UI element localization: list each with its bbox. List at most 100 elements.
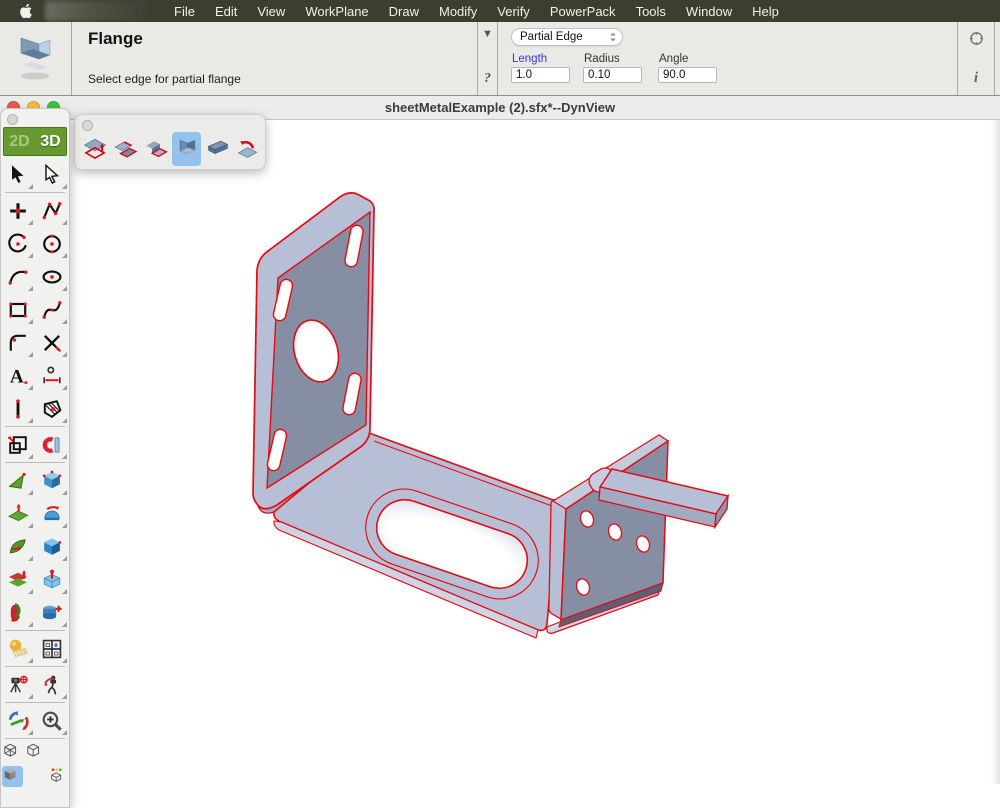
tool-arc[interactable]	[3, 228, 34, 259]
tool-curve[interactable]	[3, 261, 34, 292]
palette-tools	[75, 115, 265, 166]
length-label: Length	[512, 53, 547, 65]
tool-rectangle[interactable]	[3, 294, 34, 325]
toolbox-close-button[interactable]	[7, 114, 18, 125]
tool-dimension[interactable]	[37, 360, 68, 391]
flyout-corner	[62, 622, 67, 627]
angle-input[interactable]	[658, 67, 717, 83]
menu-item-tools[interactable]: Tools	[633, 4, 669, 19]
toolbox-row	[1, 596, 69, 629]
radius-input[interactable]	[583, 67, 642, 83]
tool-select-open[interactable]	[37, 159, 68, 190]
tool-walk-view[interactable]	[37, 669, 68, 700]
tool-stack-extrude[interactable]	[3, 564, 34, 595]
tool-cube-wire-3[interactable]	[24, 766, 45, 787]
flyout-corner	[28, 319, 33, 324]
toolbox-row	[1, 158, 69, 191]
tool-camera-tripod[interactable]	[3, 669, 34, 700]
menu-item-view[interactable]: View	[254, 4, 288, 19]
tool-text[interactable]: A	[3, 360, 34, 391]
menu-item-verify[interactable]: Verify	[494, 4, 533, 19]
tool-cube-shell[interactable]	[37, 531, 68, 562]
tool-magnet[interactable]	[37, 429, 68, 460]
palette-tool-hem[interactable]	[111, 132, 141, 166]
tool-cube-solid[interactable]	[2, 766, 23, 787]
tool-cone[interactable]	[3, 465, 34, 496]
stepper-arrows-icon	[609, 31, 617, 43]
toggle-2d-label[interactable]: 2D	[9, 133, 29, 151]
mode-toggle-2d-3d[interactable]: 2D 3D	[3, 127, 67, 156]
toolbox-row	[1, 740, 69, 764]
model-3d-bracket[interactable]	[0, 120, 1000, 784]
tool-viewports[interactable]	[37, 633, 68, 664]
palette-tool-z-bend[interactable]	[141, 132, 171, 166]
menu-item-draw[interactable]: Draw	[386, 4, 422, 19]
tool-spline[interactable]	[37, 294, 68, 325]
menu-item-window[interactable]: Window	[683, 4, 735, 19]
flyout-corner	[62, 730, 67, 735]
flyout-corner	[62, 418, 67, 423]
flyout-corner	[62, 319, 67, 324]
toggle-3d-label[interactable]: 3D	[40, 133, 60, 151]
target-icon[interactable]	[968, 30, 985, 47]
palette-tool-sheet-from-profile[interactable]	[80, 132, 110, 166]
tool-dome-rotate[interactable]	[37, 498, 68, 529]
tool-cube-rgb[interactable]	[47, 766, 68, 787]
tool-point[interactable]	[3, 195, 34, 226]
menu-item-edit[interactable]: Edit	[212, 4, 240, 19]
tool-cube-wire-x[interactable]	[2, 742, 23, 763]
edge-mode-dropdown[interactable]: Partial Edge	[511, 28, 623, 46]
flange-tool-panel: Flange Select edge for partial flange ▼ …	[0, 22, 1000, 96]
canvas[interactable]	[0, 120, 1000, 784]
toolbox-row	[1, 530, 69, 563]
palette-tool-unbend[interactable]	[233, 132, 263, 166]
menu-item-help[interactable]: Help	[749, 4, 782, 19]
flyout-corner	[28, 730, 33, 735]
tool-offset[interactable]	[3, 429, 34, 460]
tool-ellipse[interactable]	[37, 261, 68, 292]
svg-text:A: A	[10, 366, 24, 387]
sheetmetal-palette[interactable]	[74, 114, 266, 170]
collapse-panel-button[interactable]: ▼	[482, 28, 493, 40]
canvas-right-edge-shade	[991, 120, 1000, 784]
tool-polyline[interactable]	[37, 195, 68, 226]
flyout-corner	[28, 286, 33, 291]
tool-cube-wire[interactable]	[24, 742, 45, 763]
tool-zoom-in[interactable]	[37, 705, 68, 736]
tool-cube[interactable]	[37, 465, 68, 496]
toolbox-row	[1, 464, 69, 497]
palette-close-button[interactable]	[82, 120, 93, 131]
tool-wrap-cylinder[interactable]	[3, 597, 34, 628]
apple-icon[interactable]	[18, 3, 32, 19]
palette-tool-plate[interactable]	[202, 132, 232, 166]
toolbox-sidebar[interactable]: 2D 3D A	[0, 108, 70, 808]
flyout-corner	[28, 385, 33, 390]
info-icon[interactable]: i	[974, 70, 978, 87]
panel-subtitle: Select edge for partial flange	[88, 72, 477, 86]
tool-select-filled[interactable]	[3, 159, 34, 190]
menu-item-modify[interactable]: Modify	[436, 4, 480, 19]
tool-trim[interactable]	[37, 327, 68, 358]
tool-segment[interactable]	[3, 393, 34, 424]
tool-orbit-rotate[interactable]	[3, 705, 34, 736]
flyout-corner	[62, 454, 67, 459]
tool-circle[interactable]	[37, 228, 68, 259]
tool-box-pin[interactable]	[37, 564, 68, 595]
menu-item-powerpack[interactable]: PowerPack	[547, 4, 619, 19]
tool-leaf-sweep[interactable]	[3, 531, 34, 562]
tool-cube-wire-2[interactable]	[47, 742, 68, 763]
tool-material-sphere[interactable]	[3, 633, 34, 664]
tool-hatch[interactable]	[37, 393, 68, 424]
flyout-corner	[62, 253, 67, 258]
menu-item-file[interactable]: File	[171, 4, 198, 19]
flyout-corner	[62, 352, 67, 357]
palette-tool-flange[interactable]	[172, 132, 202, 166]
menu-items: File Edit View WorkPlane Draw Modify Verify Pow…	[171, 4, 782, 19]
length-input[interactable]	[511, 67, 570, 83]
tool-plane-push[interactable]	[3, 498, 34, 529]
window-title: sheetMetalExample (2).sfx*--DynView	[385, 100, 615, 115]
tool-cylinders-add[interactable]	[37, 597, 68, 628]
tool-fillet[interactable]	[3, 327, 34, 358]
menu-item-workplane[interactable]: WorkPlane	[302, 4, 371, 19]
help-button[interactable]: ?	[484, 71, 491, 87]
